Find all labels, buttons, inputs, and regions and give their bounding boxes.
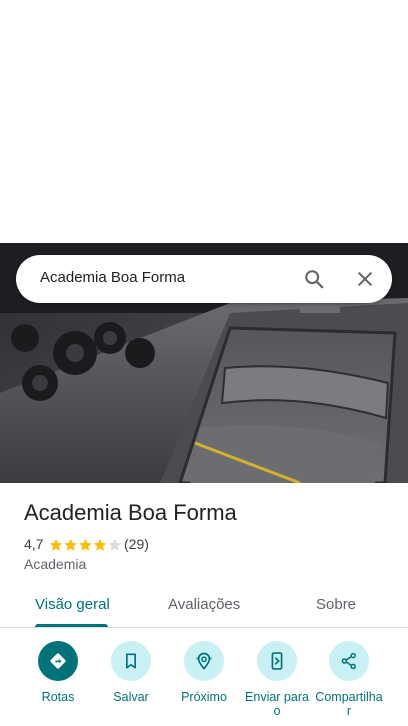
nearby-label: Próximo — [181, 690, 227, 704]
tab-reviews[interactable]: Avaliações — [168, 596, 240, 613]
directions-icon — [50, 653, 66, 669]
save-label: Salvar — [113, 690, 149, 704]
share-button[interactable]: Compartilhar — [314, 641, 384, 718]
send-to-phone-button[interactable]: Enviar para o — [242, 641, 312, 718]
save-button[interactable]: Salvar — [96, 641, 166, 704]
nearby-icon — [196, 652, 212, 670]
directions-label: Rotas — [41, 690, 75, 704]
tab-bar: Visão geral Avaliações Sobre — [0, 585, 408, 628]
search-icon[interactable] — [303, 268, 325, 290]
tab-overview[interactable]: Visão geral — [35, 596, 110, 613]
place-category: Academia — [24, 556, 87, 572]
search-input[interactable]: Academia Boa Forma — [40, 269, 185, 286]
bookmark-icon — [126, 653, 136, 669]
blank-map-area — [0, 0, 408, 243]
search-bar[interactable]: Academia Boa Forma — [16, 255, 392, 303]
star-rating-icon — [49, 538, 122, 551]
close-icon[interactable] — [355, 269, 375, 289]
rating-value: 4,7 — [24, 536, 44, 552]
directions-button[interactable]: Rotas — [23, 641, 93, 704]
active-tab-indicator — [35, 624, 108, 627]
tab-about[interactable]: Sobre — [316, 596, 356, 613]
send-to-phone-label: Enviar para o — [245, 690, 309, 718]
share-label: Compartilhar — [315, 690, 383, 718]
nearby-button[interactable]: Próximo — [169, 641, 239, 704]
share-icon — [341, 652, 356, 670]
send-to-phone-icon — [271, 652, 283, 670]
review-count[interactable]: (29) — [124, 536, 149, 552]
place-title: Academia Boa Forma — [24, 500, 237, 525]
